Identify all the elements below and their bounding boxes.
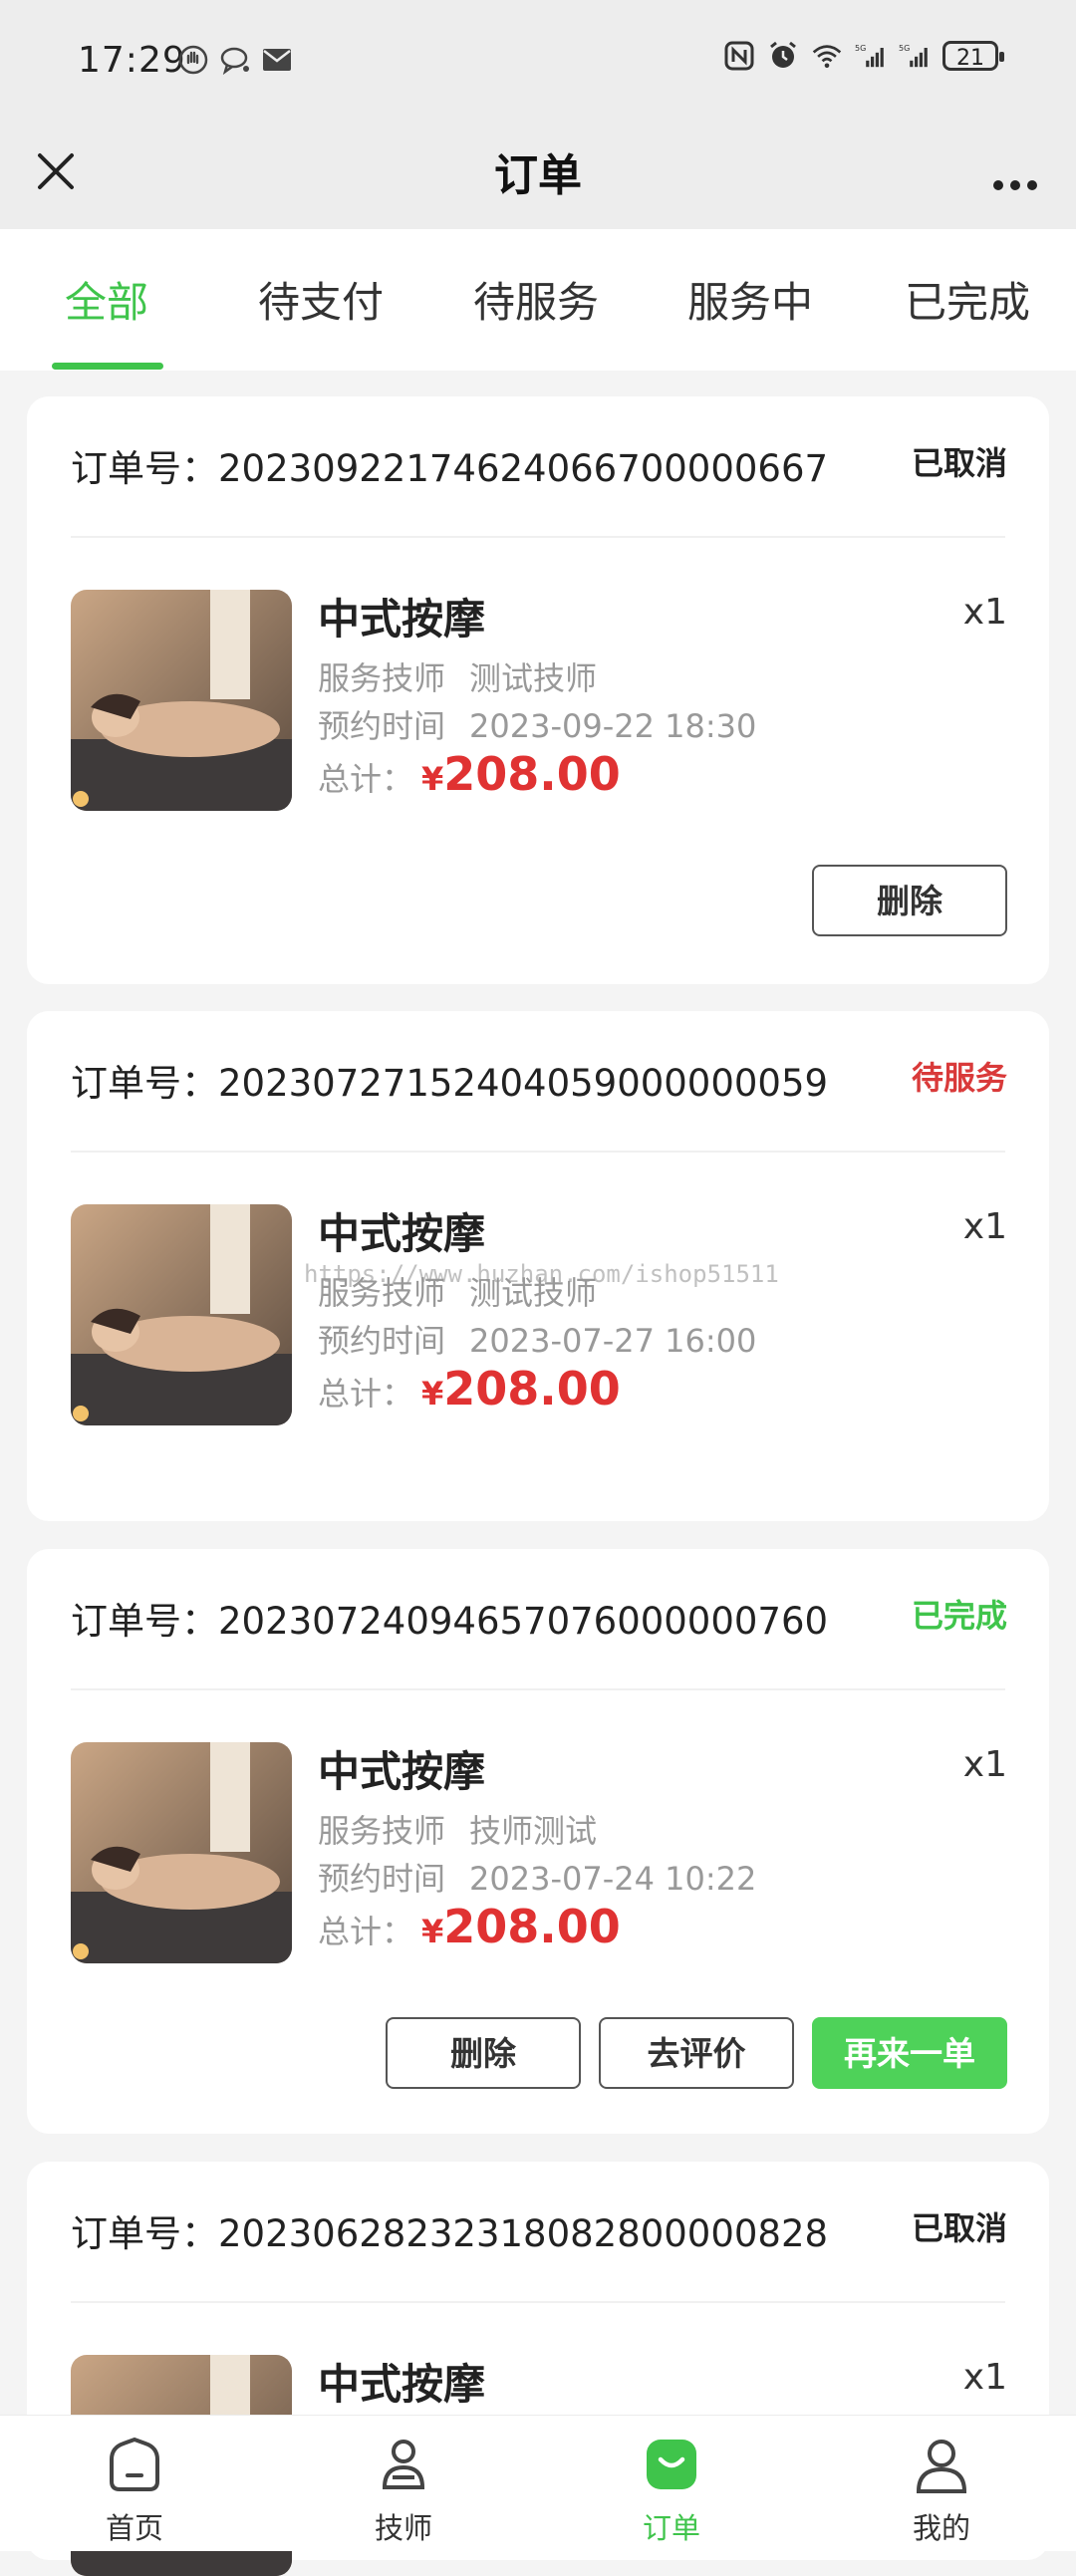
order-number: 订单号：20230628232318082800000828 — [71, 2212, 829, 2255]
svg-text:5G: 5G — [855, 44, 866, 53]
quantity: x1 — [962, 1744, 1007, 1785]
appointment-line: 预约时间 2023-09-22 18:30 — [318, 707, 757, 745]
order-status: 待服务 — [911, 1059, 1007, 1097]
service-name: 中式按摩 — [318, 595, 486, 644]
order-card[interactable]: 订单号：20230724094657076000000760 已完成 中式按摩 … — [27, 1549, 1049, 2134]
therapist-line: 服务技师 测试技师 — [318, 659, 598, 697]
status-system-icons: 5G 5G 21 — [723, 40, 1004, 72]
delete-button[interactable]: 删除 — [386, 2017, 581, 2089]
quantity: x1 — [962, 2357, 1007, 2398]
delete-button[interactable]: 删除 — [812, 865, 1007, 936]
quantity: x1 — [962, 1206, 1007, 1247]
service-image — [71, 1742, 292, 1963]
tab-pending-payment[interactable]: 待支付 — [258, 269, 384, 339]
svg-text:5G: 5G — [899, 44, 910, 53]
order-number: 订单号：20230922174624066700000667 — [71, 447, 829, 490]
status-bar: 17:29 5G 5G 21 — [0, 0, 1076, 120]
price: ¥208.00 — [421, 747, 621, 801]
total-line: 总计： ¥208.00 — [318, 747, 621, 801]
reorder-button[interactable]: 再来一单 — [812, 2017, 1007, 2089]
order-status: 已完成 — [911, 1597, 1007, 1635]
active-tab-indicator — [52, 363, 163, 370]
signal-5g-icon: 5G — [855, 40, 887, 72]
more-button[interactable] — [980, 141, 1050, 201]
quantity: x1 — [962, 592, 1007, 633]
bottom-navigation: 首页 技师 订单 我的 — [0, 2415, 1076, 2551]
price: ¥208.00 — [421, 1900, 621, 1953]
page-title: 订单 — [494, 150, 582, 201]
status-notification-icons — [177, 44, 293, 76]
total-line: 总计： ¥208.00 — [318, 1362, 621, 1416]
service-image — [71, 590, 292, 811]
therapist-line: 服务技师 技师测试 — [318, 1812, 598, 1850]
chat-icon — [219, 44, 251, 76]
signal-5g-icon: 5G — [899, 40, 931, 72]
divider — [71, 536, 1005, 538]
home-icon — [110, 2437, 159, 2491]
watermark-text: https://www.huzhan.com/ishop51511 — [304, 1260, 779, 1288]
price: ¥208.00 — [421, 1362, 621, 1416]
alarm-icon — [767, 40, 799, 72]
service-name: 中式按摩 — [318, 1209, 486, 1258]
wifi-icon — [811, 40, 843, 72]
battery-indicator: 21 — [942, 41, 1004, 71]
divider — [71, 1688, 1005, 1690]
nav-orders[interactable]: 订单 — [602, 2434, 741, 2547]
tab-pending-service[interactable]: 待服务 — [473, 269, 599, 339]
appointment-line: 预约时间 2023-07-24 10:22 — [318, 1860, 757, 1898]
review-button[interactable]: 去评价 — [599, 2017, 794, 2089]
therapist-icon — [382, 2440, 425, 2489]
more-dots-icon — [993, 180, 1037, 190]
order-number: 订单号：20230724094657076000000760 — [71, 1600, 829, 1643]
order-card[interactable]: 订单号：20230922174624066700000667 已取消 中式按摩 … — [27, 396, 1049, 984]
divider — [71, 2301, 1005, 2303]
service-name: 中式按摩 — [318, 1747, 486, 1796]
service-image — [71, 1204, 292, 1425]
nfc-icon — [723, 40, 755, 72]
service-name: 中式按摩 — [318, 2360, 486, 2409]
total-line: 总计： ¥208.00 — [318, 1900, 621, 1953]
status-time: 17:29 — [78, 40, 186, 81]
orders-icon — [647, 2440, 696, 2489]
divider — [71, 1151, 1005, 1153]
nav-profile[interactable]: 我的 — [872, 2434, 1011, 2547]
order-number: 订单号：20230727152404059000000059 — [71, 1062, 829, 1105]
hand-icon — [177, 44, 209, 76]
tab-all[interactable]: 全部 — [65, 269, 148, 339]
tab-completed[interactable]: 已完成 — [905, 269, 1030, 339]
app-header: 订单 — [0, 120, 1076, 229]
order-status: 已取消 — [911, 444, 1007, 482]
appointment-line: 预约时间 2023-07-27 16:00 — [318, 1322, 757, 1360]
profile-icon — [916, 2440, 967, 2493]
order-tabs: 全部 待支付 待服务 服务中 已完成 — [0, 229, 1076, 371]
order-status: 已取消 — [911, 2209, 1007, 2247]
mail-icon — [261, 44, 293, 76]
nav-home[interactable]: 首页 — [65, 2434, 204, 2547]
nav-therapist[interactable]: 技师 — [334, 2434, 473, 2547]
tab-in-service[interactable]: 服务中 — [687, 269, 813, 339]
